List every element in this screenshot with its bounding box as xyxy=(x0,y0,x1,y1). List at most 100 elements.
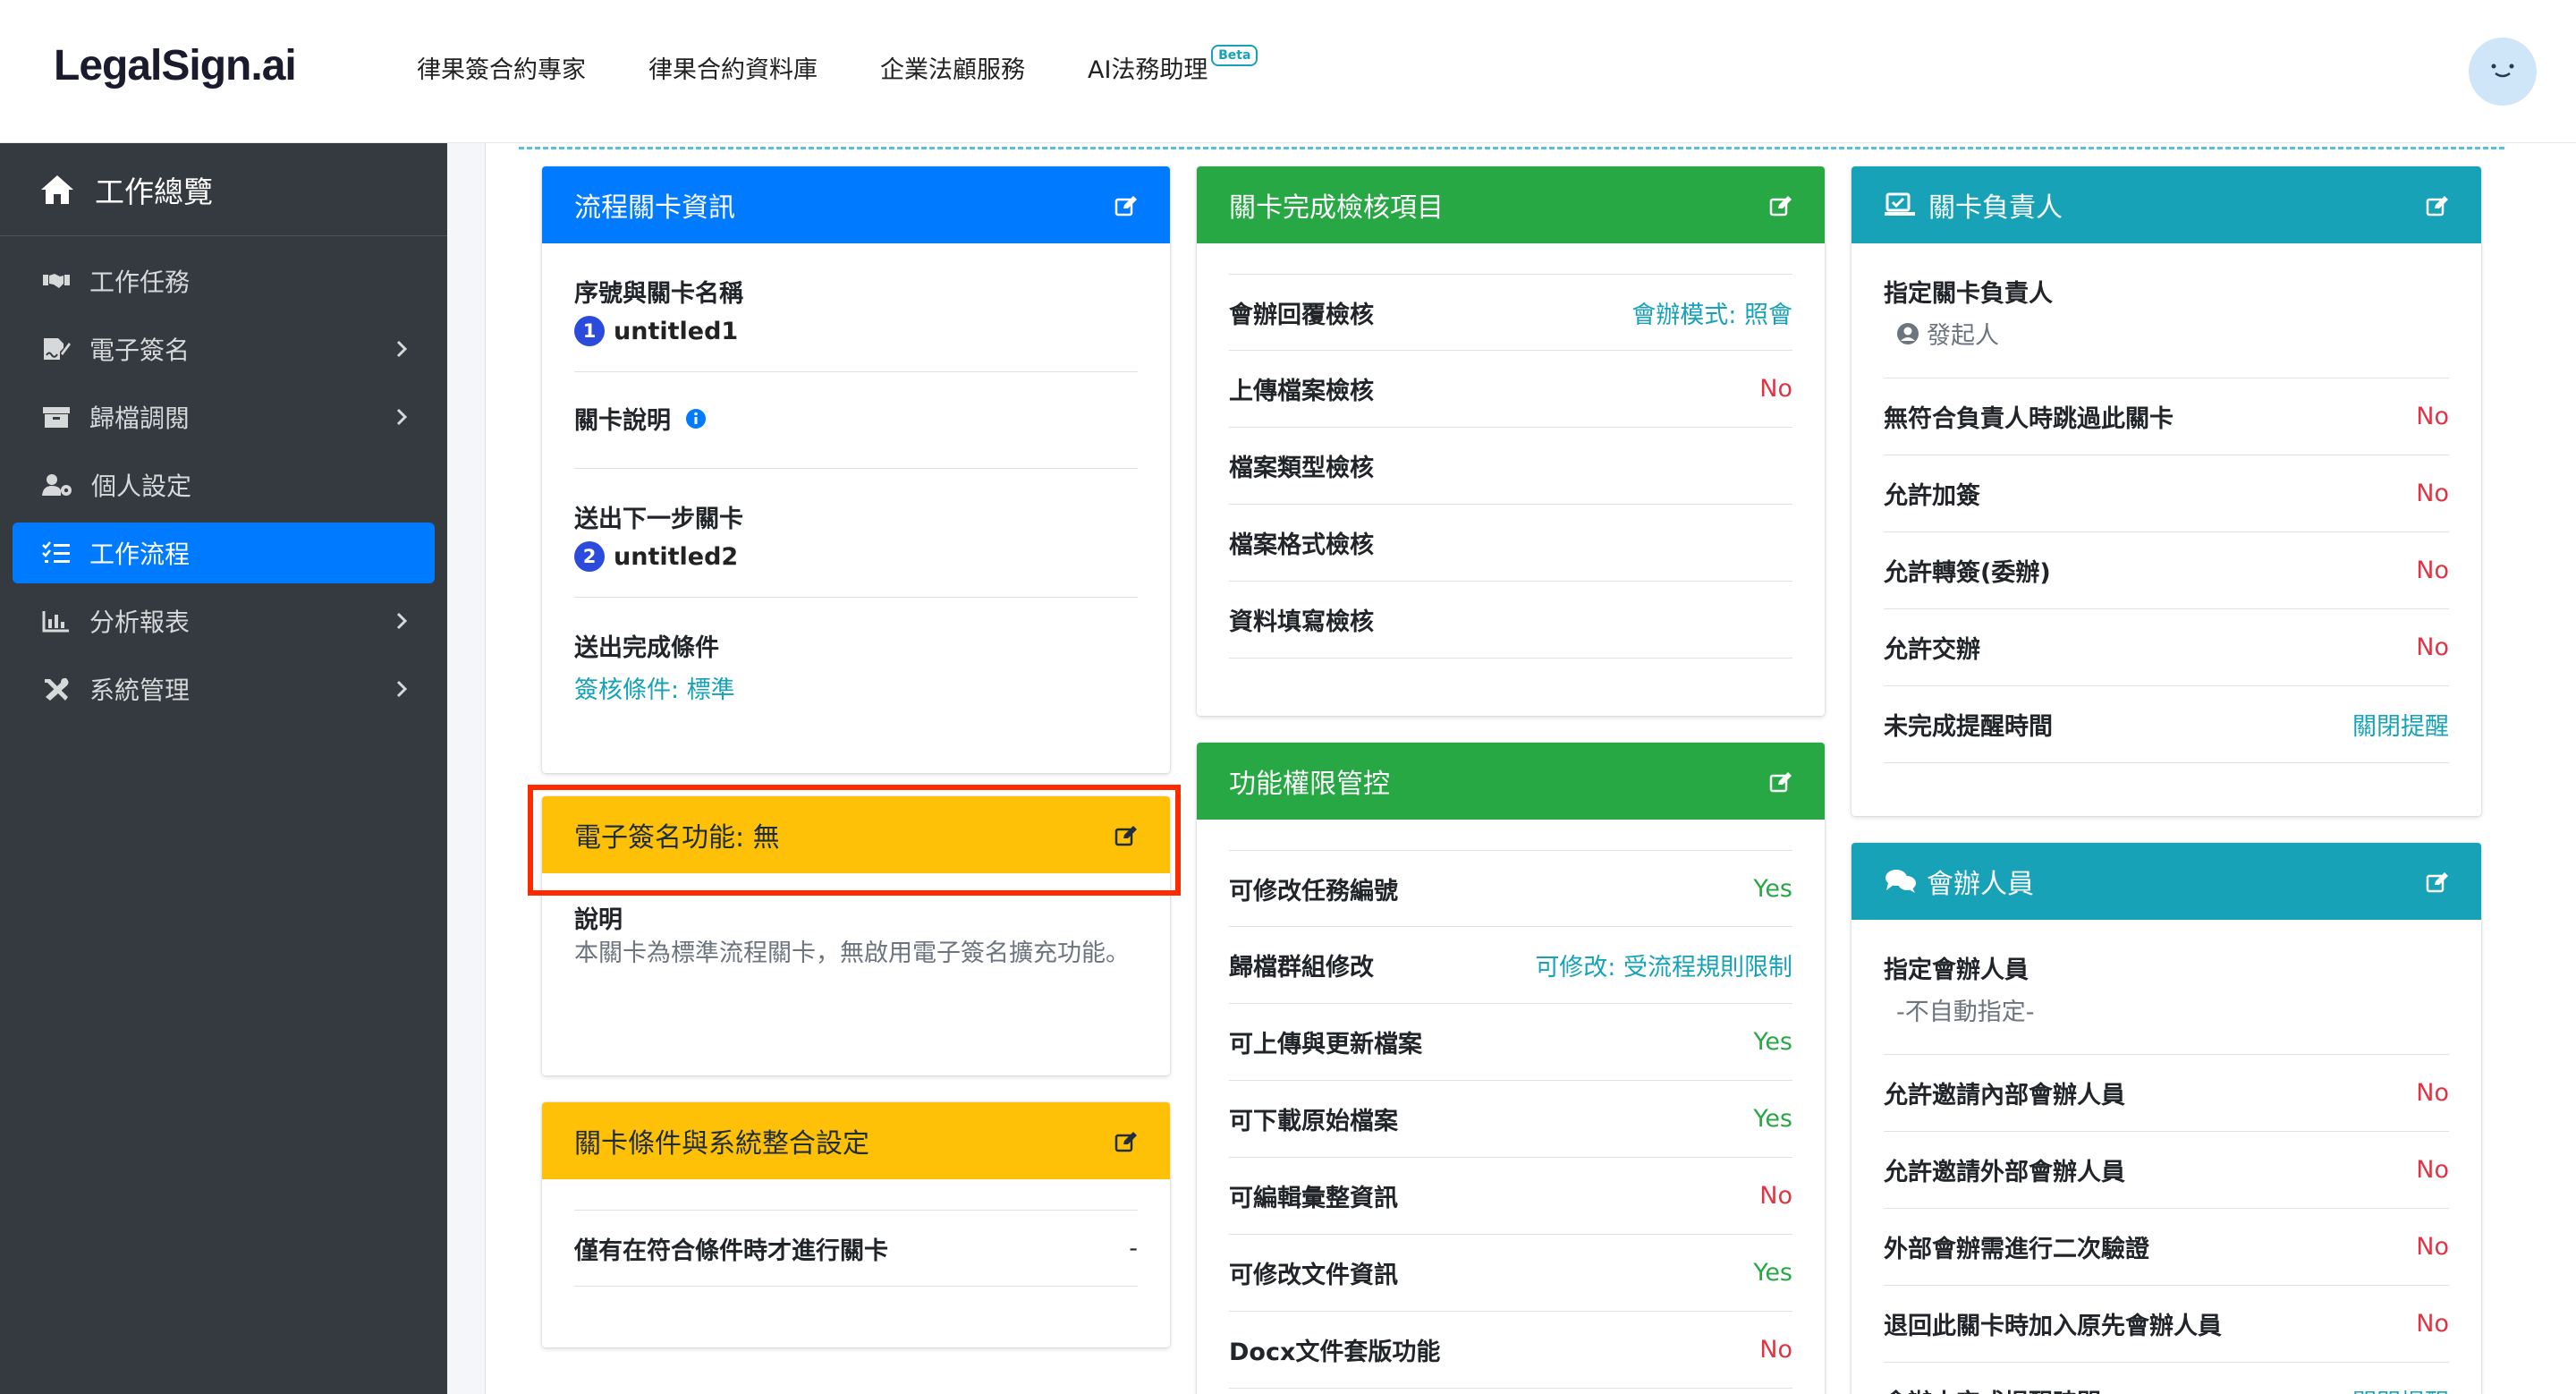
edit-icon[interactable] xyxy=(2426,195,2449,217)
row-value: No xyxy=(2416,633,2449,661)
row-label: 上傳檔案檢核 xyxy=(1229,378,1374,405)
sidebar-item-esign[interactable]: 電子簽名 xyxy=(13,319,435,379)
row-label: 會辦未完成提醒時間 xyxy=(1884,1383,2101,1394)
owner-assign-value: 發起人 xyxy=(1927,322,1999,350)
row-value: No xyxy=(1759,1336,1792,1364)
row-value[interactable]: 可修改: 受流程規則限制 xyxy=(1535,948,1792,982)
sidebar-item-archive[interactable]: 歸檔調閱 xyxy=(13,387,435,447)
esign-desc-text: 本關卡為標準流程關卡，無啟用電子簽名擴充功能。 xyxy=(574,939,1130,967)
nav-legal-service[interactable]: 企業法顧服務 xyxy=(880,50,1025,85)
edit-icon[interactable] xyxy=(1769,771,1792,793)
cond-value[interactable]: 簽核條件: 標準 xyxy=(574,670,1138,705)
checks-title: 關卡完成檢核項目 xyxy=(1229,192,1444,224)
row-value: No xyxy=(2416,403,2449,430)
edit-icon[interactable] xyxy=(1769,195,1792,217)
row-label: 可上傳與更新檔案 xyxy=(1229,1031,1422,1058)
brand-logo[interactable]: LegalSign.ai xyxy=(54,41,297,90)
row-value: No xyxy=(2416,1079,2449,1107)
esign-desc-label: 說明 xyxy=(574,906,623,934)
info-icon[interactable] xyxy=(685,408,707,429)
row-value: No xyxy=(2416,1156,2449,1184)
chevron-right-icon xyxy=(396,340,408,358)
list-item: 可下載原始檔案 Yes xyxy=(1229,1081,1792,1158)
row-label: Docx文件套版功能 xyxy=(1229,1339,1441,1366)
owner-assign-label: 指定關卡負責人 xyxy=(1884,280,2053,308)
row-label: 可修改任務編號 xyxy=(1229,877,1398,905)
user-cog-icon xyxy=(42,474,72,496)
row-value: Yes xyxy=(1753,1259,1792,1287)
nav-ai-assistant-label: AI法務助理 xyxy=(1088,56,1208,84)
list-item: 會辦回覆檢核 會辦模式: 照會 xyxy=(1229,274,1792,351)
sidebar-item-profile[interactable]: 個人設定 xyxy=(13,455,435,515)
sidebar-item-label: 系統管理 xyxy=(89,676,191,705)
sidebar-header[interactable]: 工作總覽 xyxy=(0,143,447,236)
next-label: 送出下一步關卡 xyxy=(574,506,743,533)
tools-icon xyxy=(45,677,69,701)
owner-assign-field: 指定關卡負責人 發起人 xyxy=(1884,243,2449,378)
chevron-right-icon xyxy=(396,680,408,698)
row-label: 未完成提醒時間 xyxy=(1884,713,2053,741)
cosign-assign-field: 指定會辦人員 -不自動指定- xyxy=(1884,920,2449,1055)
flow-info-title: 流程關卡資訊 xyxy=(574,192,735,224)
desc-field: 關卡說明 xyxy=(574,372,1138,469)
row-label: 可下載原始檔案 xyxy=(1229,1108,1398,1135)
cosign-card: 會辦人員 指定會辦人員 -不自動指定- 允許邀請內部會辦人員 No 允許邀請外部… xyxy=(1852,843,2481,1394)
list-item: 退回此關卡時加入原先會辦人員 No xyxy=(1884,1286,2449,1363)
list-item: 可修改任務編號 Yes xyxy=(1229,850,1792,927)
sidebar-item-workflow[interactable]: 工作流程 xyxy=(13,523,435,583)
integration-card: 關卡條件與系統整合設定 僅有在符合條件時才進行關卡 - xyxy=(542,1102,1170,1347)
row-label: 可編輯彙整資訊 xyxy=(1229,1185,1398,1212)
list-item: Docx文件套版功能 No xyxy=(1229,1312,1792,1389)
list-item: 允許邀請外部會辦人員 No xyxy=(1884,1132,2449,1209)
checks-header: 關卡完成檢核項目 xyxy=(1197,166,1825,243)
nav-ai-assistant[interactable]: AI法務助理 Beta xyxy=(1088,45,1258,85)
row-value: No xyxy=(1759,375,1792,403)
home-icon xyxy=(41,174,73,204)
owner-title: 關卡負責人 xyxy=(1928,192,2063,224)
nav-contract-database[interactable]: 律果合約資料庫 xyxy=(648,50,818,85)
sidebar-menu: 工作任務 電子簽名 歸檔調閱 個人設定 工作流程 分析報表 系統管理 xyxy=(0,236,447,719)
row-label: 檔案格式檢核 xyxy=(1229,531,1374,559)
desc-label: 關卡說明 xyxy=(574,407,671,435)
list-item: 允許轉簽(委辦) No xyxy=(1884,532,2449,609)
top-navbar: LegalSign.ai 律果簽合約專家 律果合約資料庫 企業法顧服務 AI法務… xyxy=(0,0,2576,143)
row-value: No xyxy=(2416,480,2449,507)
row-value: No xyxy=(2416,557,2449,584)
row-value: Yes xyxy=(1753,874,1792,903)
row-label: 外部會辦需進行二次驗證 xyxy=(1884,1236,2149,1263)
sidebar-title: 工作總覽 xyxy=(95,174,213,209)
handshake-icon xyxy=(43,274,70,288)
row-value[interactable]: 會辦模式: 照會 xyxy=(1631,295,1792,330)
row-label: 允許加簽 xyxy=(1884,482,1980,510)
user-avatar[interactable] xyxy=(2469,38,2537,106)
edit-icon[interactable] xyxy=(2426,871,2449,893)
owner-header: 關卡負責人 xyxy=(1852,166,2481,243)
seq-label: 序號與關卡名稱 xyxy=(574,280,743,308)
row-label: 歸檔群組修改 xyxy=(1229,954,1374,982)
sidebar-item-reports[interactable]: 分析報表 xyxy=(13,591,435,651)
list-item: 無符合負責人時跳過此關卡 No xyxy=(1884,378,2449,455)
sidebar-item-label: 分析報表 xyxy=(89,608,191,637)
row-label: 會辦回覆檢核 xyxy=(1229,301,1374,329)
integration-title: 關卡條件與系統整合設定 xyxy=(574,1128,869,1160)
drop-zone-line xyxy=(519,147,2504,149)
edit-icon[interactable] xyxy=(1114,195,1138,217)
user-check-icon xyxy=(1885,192,1915,216)
sidebar-item-tasks[interactable]: 工作任務 xyxy=(13,251,435,311)
row-label: 資料填寫檢核 xyxy=(1229,608,1374,636)
list-item: 檔案格式檢核 xyxy=(1229,505,1792,582)
row-value[interactable]: 關閉提醒 xyxy=(2352,707,2449,742)
user-circle-icon xyxy=(1897,322,1919,344)
highlight-box xyxy=(528,785,1181,896)
owner-card: 關卡負責人 指定關卡負責人 發起人 無符合負責人時跳過此關卡 No 允許加簽 N… xyxy=(1852,166,2481,816)
chevron-right-icon xyxy=(396,612,408,630)
sidebar-item-label: 電子簽名 xyxy=(89,336,191,365)
nav-contract-expert[interactable]: 律果簽合約專家 xyxy=(417,50,586,85)
cosign-assign-label: 指定會辦人員 xyxy=(1884,956,2029,984)
edit-icon[interactable] xyxy=(1114,1131,1138,1152)
row-label: 僅有在符合條件時才進行關卡 xyxy=(574,1237,888,1265)
cond-label: 送出完成條件 xyxy=(574,634,719,662)
tasks-icon xyxy=(42,541,70,563)
row-value[interactable]: 關閉提醒 xyxy=(2352,1383,2449,1394)
sidebar-item-system[interactable]: 系統管理 xyxy=(13,659,435,719)
